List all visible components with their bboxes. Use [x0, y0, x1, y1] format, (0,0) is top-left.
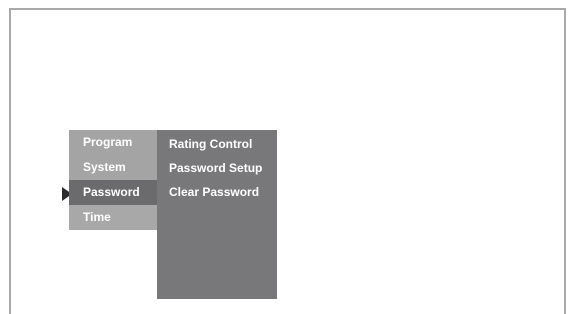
- submenu-item-rating-control[interactable]: Rating Control: [157, 130, 277, 154]
- menu-item-label: Time: [83, 210, 111, 224]
- submenu-item-label: Rating Control: [169, 137, 253, 151]
- menu-item-program[interactable]: Program: [69, 130, 157, 155]
- menu-item-password[interactable]: Password: [69, 180, 157, 205]
- submenu-item-label: Clear Password: [169, 185, 260, 199]
- submenu-item-label: Password Setup: [169, 161, 263, 175]
- menu-item-system[interactable]: System: [69, 155, 157, 180]
- submenu-item-clear-password[interactable]: Clear Password: [157, 178, 277, 202]
- password-submenu: Rating Control Password Setup Clear Pass…: [157, 130, 277, 299]
- menu-item-label: System: [83, 160, 126, 174]
- submenu-item-password-setup[interactable]: Password Setup: [157, 154, 277, 178]
- menu-item-time[interactable]: Time: [69, 205, 157, 230]
- menu-item-label: Password: [83, 185, 140, 199]
- menu-item-label: Program: [83, 135, 133, 149]
- main-menu: Program System Password Time: [69, 130, 157, 230]
